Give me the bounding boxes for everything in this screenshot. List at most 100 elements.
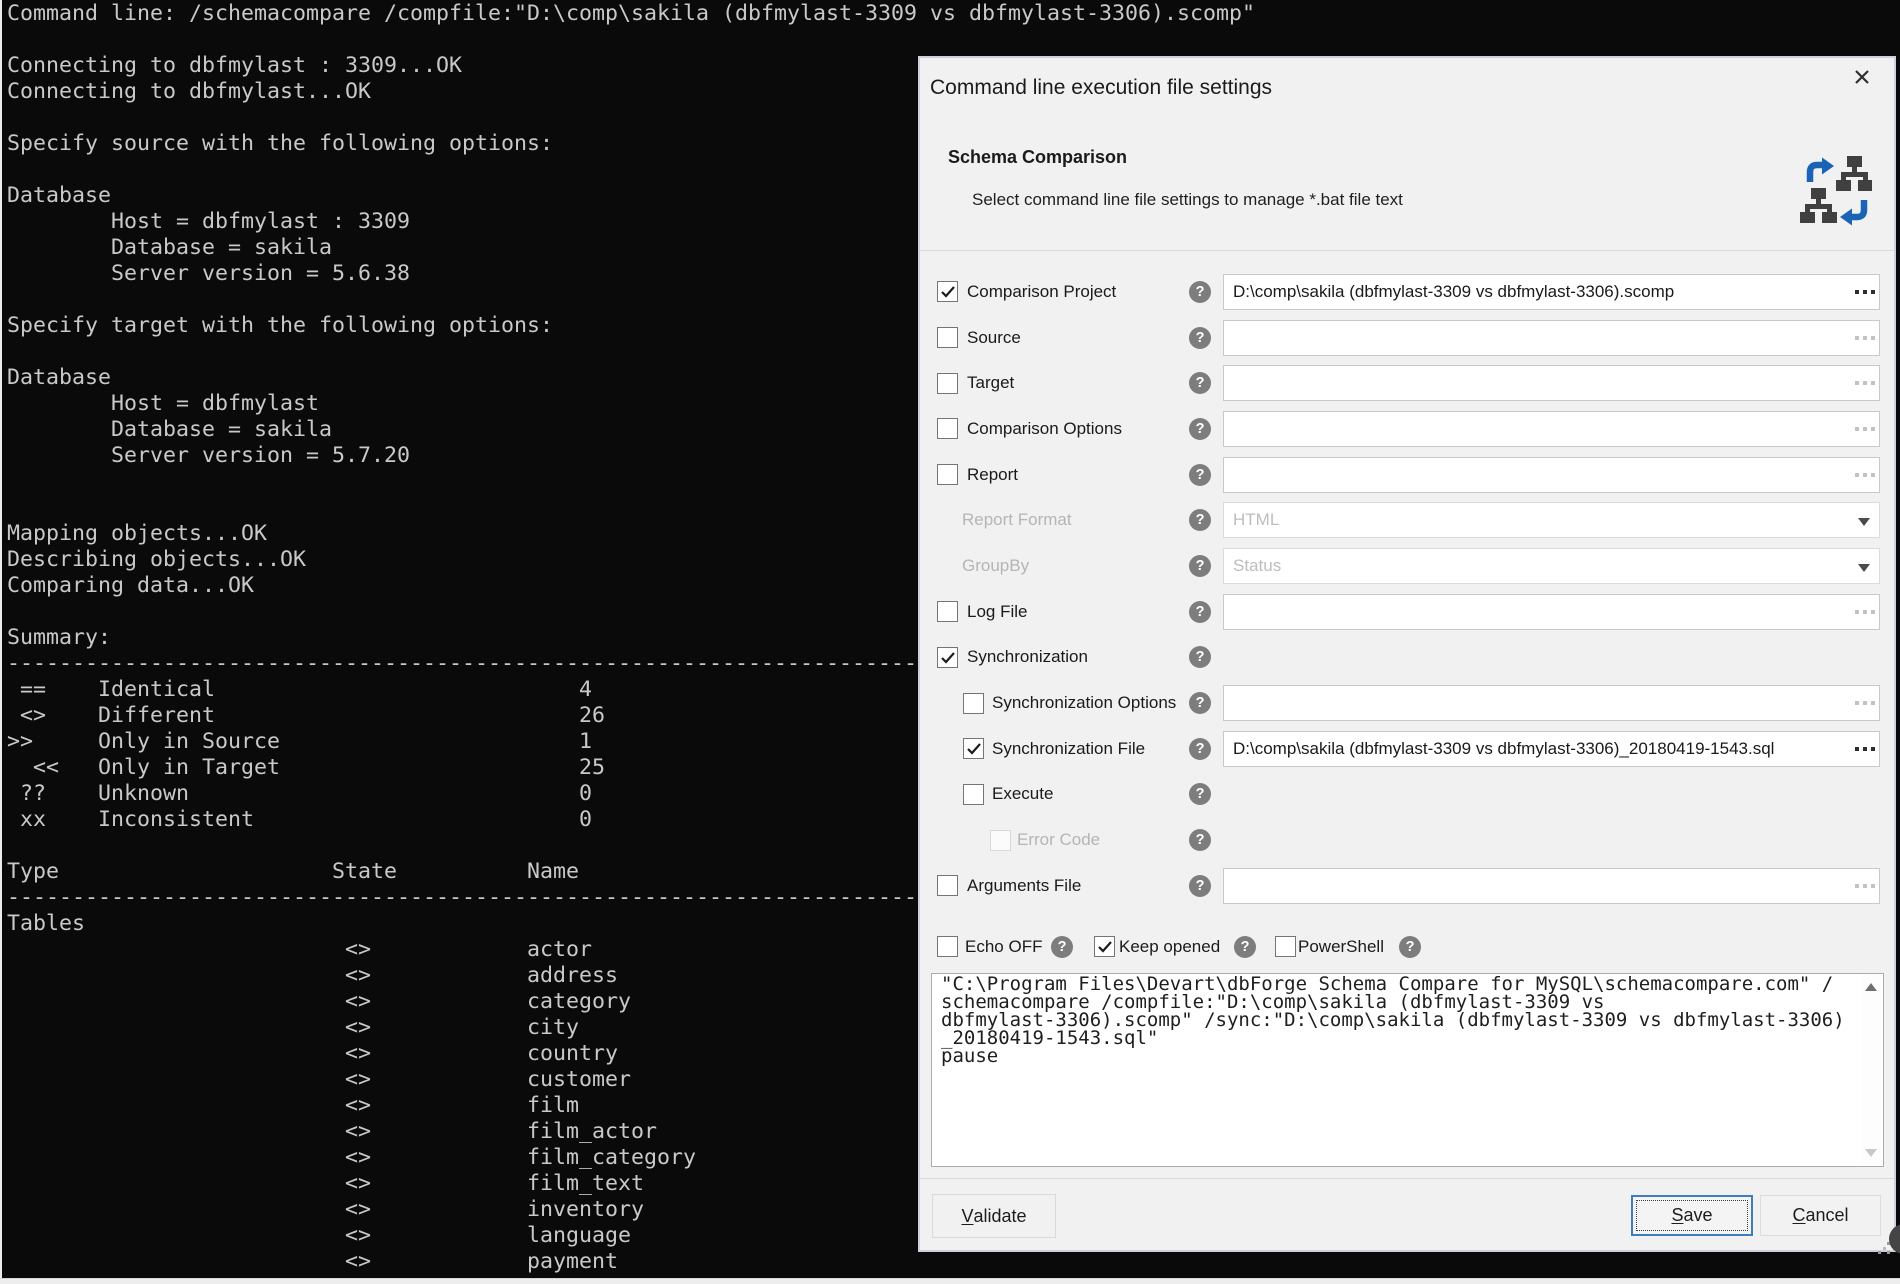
row-synchronization-file: Synchronization File ? D:\comp\sakila (d… — [920, 726, 1894, 772]
synchronization-options-checkbox[interactable] — [963, 693, 984, 714]
browse-button[interactable] — [1855, 290, 1875, 294]
log-file-label: Log File — [967, 602, 1027, 622]
row-source: Source ? — [920, 315, 1894, 361]
page-edge-bottom — [0, 1278, 1900, 1284]
row-groupby: GroupBy ? Status — [920, 543, 1894, 589]
row-log-file: Log File ? — [920, 589, 1894, 635]
arguments-file-checkbox[interactable] — [937, 875, 958, 896]
banner-heading: Schema Comparison — [948, 146, 1127, 168]
arguments-file-label: Arguments File — [967, 876, 1081, 896]
source-checkbox[interactable] — [937, 327, 958, 348]
help-icon[interactable]: ? — [1189, 281, 1211, 303]
synchronization-file-checkbox[interactable] — [963, 738, 984, 759]
focus-rectangle — [1636, 1200, 1748, 1231]
row-target: Target ? — [920, 360, 1894, 406]
textarea-scrollbar[interactable] — [1861, 975, 1882, 1165]
help-icon[interactable]: ? — [1189, 646, 1211, 668]
comparison-project-label: Comparison Project — [967, 282, 1116, 302]
target-checkbox[interactable] — [937, 373, 958, 394]
comparison-project-input[interactable]: D:\comp\sakila (dbfmylast-3309 vs dbfmyl… — [1223, 274, 1880, 310]
help-icon[interactable]: ? — [1189, 372, 1211, 394]
help-icon[interactable]: ? — [1189, 875, 1211, 897]
powershell-label: PowerShell — [1298, 936, 1384, 957]
validate-button[interactable]: Validate — [932, 1194, 1056, 1238]
error-code-checkbox — [990, 830, 1011, 851]
cancel-button[interactable]: Cancel — [1760, 1195, 1881, 1236]
execute-label: Execute — [992, 784, 1053, 804]
row-synchronization-options: Synchronization Options ? — [920, 680, 1894, 726]
row-report: Report ? — [920, 452, 1894, 498]
row-comparison-project: Comparison Project ? D:\comp\sakila (dbf… — [920, 269, 1894, 315]
help-icon[interactable]: ? — [1189, 327, 1211, 349]
resize-grip[interactable] — [1878, 1242, 1890, 1254]
help-icon[interactable]: ? — [1189, 555, 1211, 577]
browse-button[interactable] — [1855, 884, 1875, 888]
browse-button[interactable] — [1855, 381, 1875, 385]
target-input[interactable] — [1223, 365, 1880, 401]
settings-form: Comparison Project ? D:\comp\sakila (dbf… — [920, 269, 1894, 909]
dropdown-arrow-icon — [1858, 564, 1870, 572]
bat-file-text-editor[interactable]: "C:\Program Files\Devart\dbForge Schema … — [931, 973, 1884, 1167]
keep-opened-checkbox[interactable] — [1094, 936, 1115, 957]
row-synchronization: Synchronization ? — [920, 635, 1894, 681]
browse-button[interactable] — [1855, 610, 1875, 614]
bat-options-row: Echo OFF ? Keep opened ? PowerShell ? — [937, 927, 1877, 967]
synchronization-file-input[interactable]: D:\comp\sakila (dbfmylast-3309 vs dbfmyl… — [1223, 731, 1880, 767]
synchronization-options-label: Synchronization Options — [992, 693, 1176, 713]
browse-button[interactable] — [1855, 747, 1875, 751]
echo-off-label: Echo OFF — [965, 936, 1042, 957]
help-icon[interactable]: ? — [1051, 936, 1073, 958]
echo-off-checkbox[interactable] — [937, 936, 958, 957]
source-input[interactable] — [1223, 320, 1880, 356]
source-label: Source — [967, 328, 1021, 348]
banner-subtitle: Select command line file settings to man… — [972, 190, 1403, 210]
close-button[interactable] — [1848, 64, 1876, 90]
synchronization-options-input[interactable] — [1223, 685, 1880, 721]
log-file-checkbox[interactable] — [937, 601, 958, 622]
scroll-up-icon[interactable] — [1865, 983, 1877, 991]
browse-button[interactable] — [1855, 473, 1875, 477]
report-input[interactable] — [1223, 457, 1880, 493]
help-icon[interactable]: ? — [1189, 783, 1211, 805]
browse-button[interactable] — [1855, 701, 1875, 705]
help-icon[interactable]: ? — [1189, 738, 1211, 760]
dropdown-arrow-icon — [1858, 518, 1870, 526]
synchronization-checkbox[interactable] — [937, 647, 958, 668]
synchronization-label: Synchronization — [967, 647, 1088, 667]
error-code-label: Error Code — [1017, 830, 1100, 850]
browse-button[interactable] — [1855, 336, 1875, 340]
comparison-project-checkbox[interactable] — [937, 281, 958, 302]
report-format-select[interactable]: HTML — [1223, 502, 1880, 538]
help-icon[interactable]: ? — [1399, 936, 1421, 958]
keep-opened-label: Keep opened — [1119, 936, 1220, 957]
help-icon[interactable]: ? — [1234, 936, 1256, 958]
help-icon[interactable]: ? — [1189, 601, 1211, 623]
arguments-file-input[interactable] — [1223, 868, 1880, 904]
row-report-format: Report Format ? HTML — [920, 497, 1894, 543]
help-icon[interactable]: ? — [1189, 509, 1211, 531]
row-arguments-file: Arguments File ? — [920, 863, 1894, 909]
save-button[interactable]: Save — [1631, 1195, 1753, 1236]
comparison-options-checkbox[interactable] — [937, 418, 958, 439]
help-icon[interactable]: ? — [1189, 692, 1211, 714]
log-file-input[interactable] — [1223, 594, 1880, 630]
browse-button[interactable] — [1855, 427, 1875, 431]
synchronization-file-label: Synchronization File — [992, 739, 1145, 759]
dialog-title: Command line execution file settings — [930, 75, 1272, 101]
powershell-checkbox[interactable] — [1275, 936, 1296, 957]
bat-file-text: "C:\Program Files\Devart\dbForge Schema … — [941, 975, 1859, 1164]
execute-checkbox[interactable] — [963, 784, 984, 805]
groupby-select[interactable]: Status — [1223, 548, 1880, 584]
help-icon[interactable]: ? — [1189, 464, 1211, 486]
command-line-settings-dialog: Command line execution file settings Sch… — [918, 56, 1896, 1252]
row-execute: Execute ? — [920, 772, 1894, 818]
comparison-options-label: Comparison Options — [967, 419, 1122, 439]
scroll-down-icon[interactable] — [1865, 1149, 1877, 1157]
comparison-options-input[interactable] — [1223, 411, 1880, 447]
schema-compare-icon — [1800, 155, 1872, 227]
report-checkbox[interactable] — [937, 464, 958, 485]
help-icon[interactable]: ? — [1189, 418, 1211, 440]
report-format-label: Report Format — [962, 510, 1072, 530]
help-icon[interactable]: ? — [1189, 829, 1211, 851]
page-edge-left — [0, 0, 2, 1284]
